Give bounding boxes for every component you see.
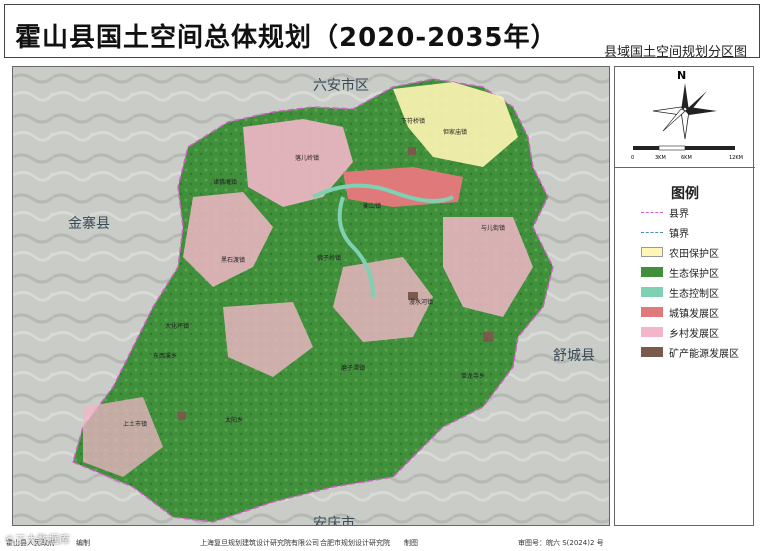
legend-item: 城镇发展区 bbox=[641, 305, 719, 320]
town-label: 与儿街镇 bbox=[481, 225, 506, 232]
legend-title: 图例 bbox=[671, 186, 699, 202]
town-label: 磨子潭镇 bbox=[341, 365, 366, 372]
scale-tick: 0 bbox=[631, 155, 635, 161]
map-subtitle: 县域国土空间规划分区图 bbox=[603, 45, 747, 60]
town-label: 佛子岭镇 bbox=[317, 255, 342, 262]
neighbor-south: 安庆市 bbox=[313, 516, 355, 526]
town-label: 衡山镇 bbox=[363, 203, 382, 210]
footer-compile: 编制 bbox=[76, 539, 90, 547]
legend-label: 生态保护区 bbox=[669, 268, 719, 280]
legend-item: 镇界 bbox=[641, 225, 689, 240]
map-panel: 六安市区 金寨县 舒城县 安庆市 下符桥镇 但家庙镇 落儿岭镇 诸佛庵镇 衡山镇… bbox=[12, 66, 610, 526]
town-label: 黑石渡镇 bbox=[221, 257, 246, 264]
town-label: 上土市镇 bbox=[123, 421, 148, 428]
compass-icon bbox=[652, 83, 717, 140]
legend-item: 乡村发展区 bbox=[641, 325, 719, 340]
legend-label: 县界 bbox=[669, 208, 689, 220]
scale-bar bbox=[633, 145, 735, 151]
town-label: 单龙寺乡 bbox=[461, 373, 486, 380]
legend-label: 农田保护区 bbox=[669, 248, 719, 260]
town-label: 但家庙镇 bbox=[443, 129, 468, 136]
legend-label: 城镇发展区 bbox=[669, 308, 719, 320]
legend-item: 农田保护区 bbox=[641, 245, 719, 260]
scale-tick: 6KM bbox=[681, 155, 692, 161]
mining-site-4 bbox=[408, 147, 416, 155]
neighbor-north: 六安市区 bbox=[313, 78, 369, 94]
map-title: 霍山县国土空间总体规划（2020-2035年） bbox=[15, 23, 558, 53]
town-label: 落儿岭镇 bbox=[295, 155, 320, 162]
legend-swatch bbox=[641, 267, 663, 277]
neighbor-west: 金寨县 bbox=[68, 216, 110, 232]
town-label: 漫水河镇 bbox=[409, 299, 434, 306]
legend-swatch bbox=[641, 247, 663, 257]
neighbor-east: 舒城县 bbox=[553, 348, 595, 364]
legend-item: 生态保护区 bbox=[641, 265, 719, 280]
legend-swatch bbox=[641, 347, 663, 357]
town-label: 东西溪乡 bbox=[153, 353, 178, 360]
town-label: 诸佛庵镇 bbox=[213, 179, 238, 186]
town-label: 下符桥镇 bbox=[401, 118, 426, 125]
scale-tick: 3KM bbox=[655, 155, 666, 161]
legend-swatch bbox=[641, 231, 663, 233]
compass-scale-box: N 0 3KM 6KM 12KM bbox=[615, 67, 755, 168]
footer-org1: 上海复旦规划建筑设计研究院有限公司 bbox=[200, 539, 319, 547]
legend-label: 矿产能源发展区 bbox=[669, 348, 739, 360]
legend-swatch bbox=[641, 327, 663, 337]
legend-label: 镇界 bbox=[669, 228, 689, 240]
side-panel: N 0 3KM 6KM 12KM 图例 县界 镇界 农田保护区 生态保护区 生态… bbox=[614, 66, 755, 526]
legend-swatch bbox=[641, 287, 663, 297]
footer-draw: 制图 bbox=[404, 539, 418, 547]
footer-org2: 合肥市规划设计研究院 bbox=[320, 539, 390, 547]
title-bar: 霍山县国土空间总体规划（2020-2035年） 县域国土空间规划分区图 bbox=[4, 4, 760, 60]
legend-label: 乡村发展区 bbox=[669, 328, 719, 340]
legend-label: 生态控制区 bbox=[669, 288, 719, 300]
town-label: 太阳乡 bbox=[225, 417, 244, 424]
legend-item: 县界 bbox=[641, 205, 689, 220]
mining-site-3 bbox=[178, 412, 186, 420]
mining-site-2 bbox=[483, 332, 493, 342]
footer: 霍山县人民政府 编制 上海复旦规划建筑设计研究院有限公司 合肥市规划设计研究院 … bbox=[4, 536, 760, 548]
scale-tick: 12KM bbox=[729, 155, 743, 161]
legend-item: 生态控制区 bbox=[641, 285, 719, 300]
town-label: 大化坪镇 bbox=[165, 323, 190, 330]
watermark: ©三大数据库 bbox=[4, 533, 70, 546]
legend-item: 矿产能源发展区 bbox=[641, 345, 739, 360]
legend-swatch bbox=[641, 307, 663, 317]
legend-swatch bbox=[641, 211, 663, 213]
map-canvas bbox=[13, 67, 609, 525]
footer-approval: 审图号：皖六 S(2024)2 号 bbox=[518, 539, 604, 547]
